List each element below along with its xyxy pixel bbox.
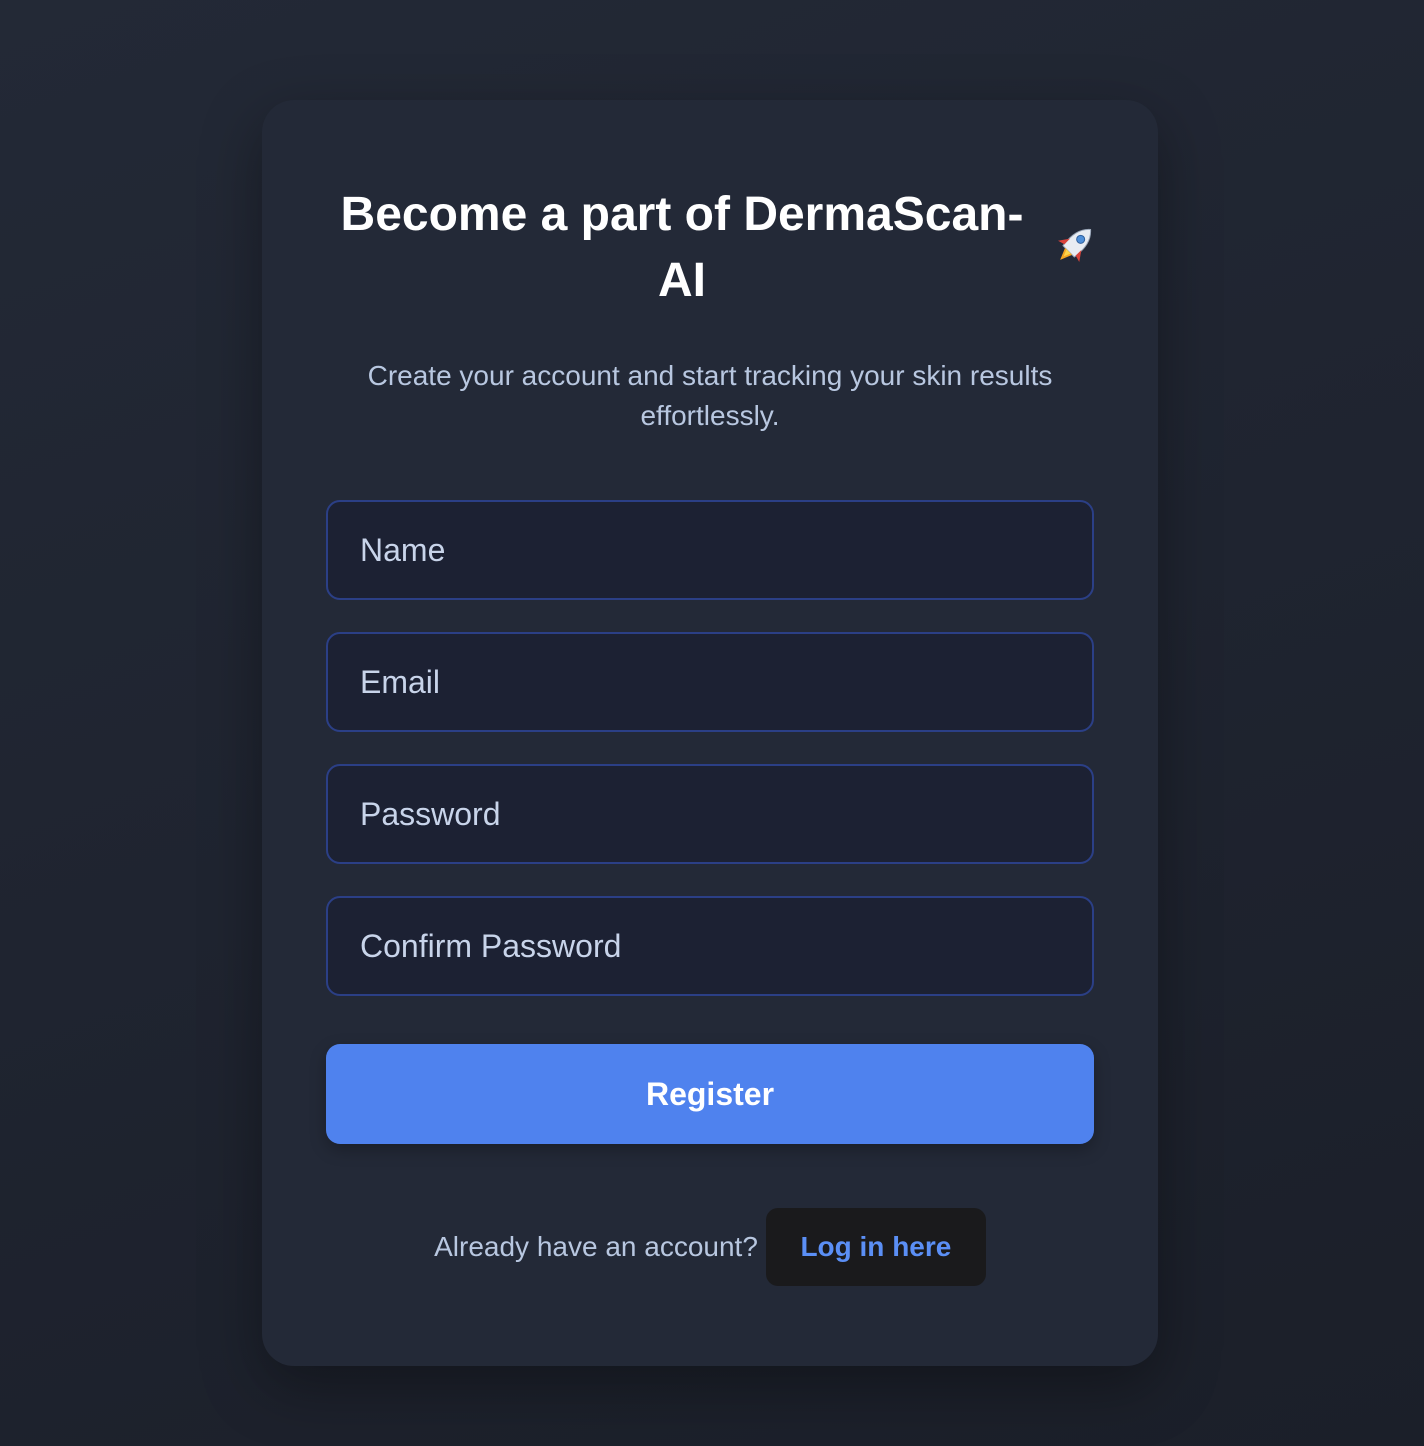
page-title: Become a part of DermaScan-AI [340,188,1024,307]
register-card: Become a part of DermaScan-AI Create you… [262,100,1158,1366]
login-link[interactable]: Log in here [765,1208,986,1286]
register-button[interactable]: Register [326,1044,1094,1144]
login-prompt-text: Already have an account? [434,1231,758,1262]
login-prompt: Already have an account? Log in here [262,1208,1158,1286]
title-row: Become a part of DermaScan-AI [326,182,1094,322]
name-input[interactable] [326,500,1094,600]
rocket-icon [1050,220,1100,270]
email-input[interactable] [326,632,1094,732]
page-subtitle: Create your account and start tracking y… [367,360,1053,431]
password-input[interactable] [326,764,1094,864]
confirm-password-input[interactable] [326,896,1094,996]
